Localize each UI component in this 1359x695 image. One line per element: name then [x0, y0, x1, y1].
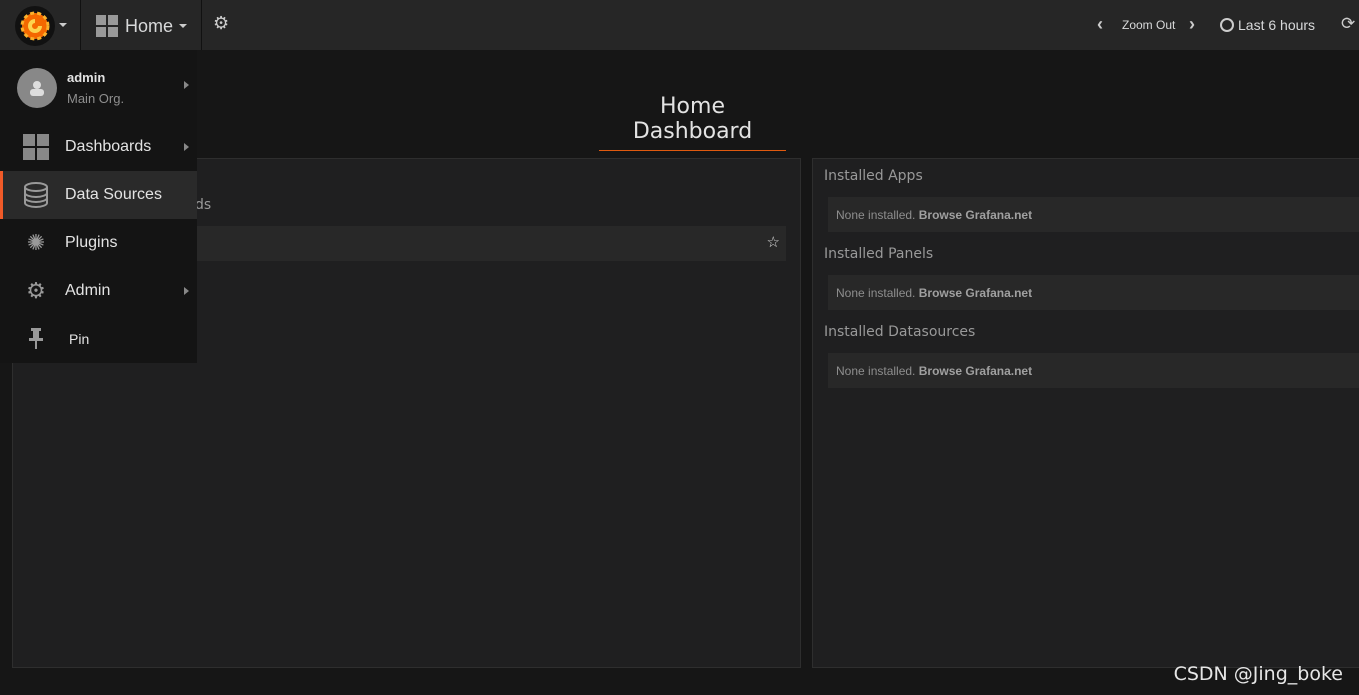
- menu-item-data-sources[interactable]: Data Sources: [0, 171, 197, 219]
- menu-item-pin[interactable]: Pin: [0, 315, 197, 363]
- section-title-datasources: Installed Datasources: [824, 324, 976, 340]
- user-name: admin: [67, 70, 106, 85]
- plugin-list-panel: Installed Apps None installed. Browse Gr…: [812, 158, 1359, 668]
- section-title-apps: Installed Apps: [824, 168, 923, 184]
- caret-down-icon: [179, 24, 188, 28]
- panels-empty-row: None installed. Browse Grafana.net: [828, 275, 1359, 310]
- refresh-icon[interactable]: ⟳: [1341, 14, 1355, 34]
- dashboards-grid-icon: [22, 133, 50, 161]
- dashboard-picker-button[interactable]: Home: [96, 14, 188, 38]
- plugins-icon: ✺: [26, 230, 46, 255]
- time-picker-button[interactable]: Last 6 hours: [1220, 17, 1315, 33]
- zoom-out-button[interactable]: Zoom Out: [1122, 18, 1175, 32]
- section-title-panels: Installed Panels: [824, 246, 934, 262]
- page-title: Home Dashboard: [599, 94, 786, 151]
- browse-link[interactable]: Browse Grafana.net: [919, 364, 1032, 378]
- database-icon: [22, 181, 50, 209]
- settings-gear-icon[interactable]: ⚙: [213, 13, 229, 34]
- org-name: Main Org.: [67, 91, 125, 106]
- caret-right-icon: [184, 81, 189, 89]
- star-icon[interactable]: ☆: [767, 233, 780, 251]
- menu-item-plugins[interactable]: ✺ Plugins: [0, 219, 197, 267]
- grafana-logo-icon: [20, 11, 50, 41]
- grafana-logo-button[interactable]: [15, 6, 55, 46]
- watermark: CSDN @Jing_boke: [1173, 663, 1343, 685]
- user-menu-item[interactable]: admin Main Org.: [0, 50, 197, 126]
- menu-item-dashboards[interactable]: Dashboards: [0, 123, 197, 171]
- dashlist-heading: ds: [195, 197, 212, 213]
- apps-empty-row: None installed. Browse Grafana.net: [828, 197, 1359, 232]
- avatar: [17, 68, 57, 108]
- user-icon: [30, 81, 44, 96]
- clock-icon: [1220, 18, 1234, 32]
- caret-right-icon: [184, 287, 189, 295]
- datasources-empty-row: None installed. Browse Grafana.net: [828, 353, 1359, 388]
- menu-item-admin[interactable]: ⚙ Admin: [0, 267, 197, 315]
- zoom-back-button[interactable]: ‹: [1097, 14, 1103, 35]
- zoom-forward-button[interactable]: ›: [1189, 14, 1195, 35]
- logo-caret-icon[interactable]: [59, 23, 67, 27]
- top-navbar: Home ⚙ ‹ Zoom Out › Last 6 hours ⟳: [0, 0, 1359, 50]
- pin-icon: [22, 325, 50, 353]
- gears-icon: ⚙: [26, 278, 46, 303]
- side-menu: admin Main Org. Dashboards Data Sources …: [0, 50, 197, 363]
- browse-link[interactable]: Browse Grafana.net: [919, 286, 1032, 300]
- browse-link[interactable]: Browse Grafana.net: [919, 208, 1032, 222]
- caret-right-icon: [184, 143, 189, 151]
- dashboards-grid-icon: [96, 15, 118, 37]
- dashboard-title: Home: [125, 15, 174, 36]
